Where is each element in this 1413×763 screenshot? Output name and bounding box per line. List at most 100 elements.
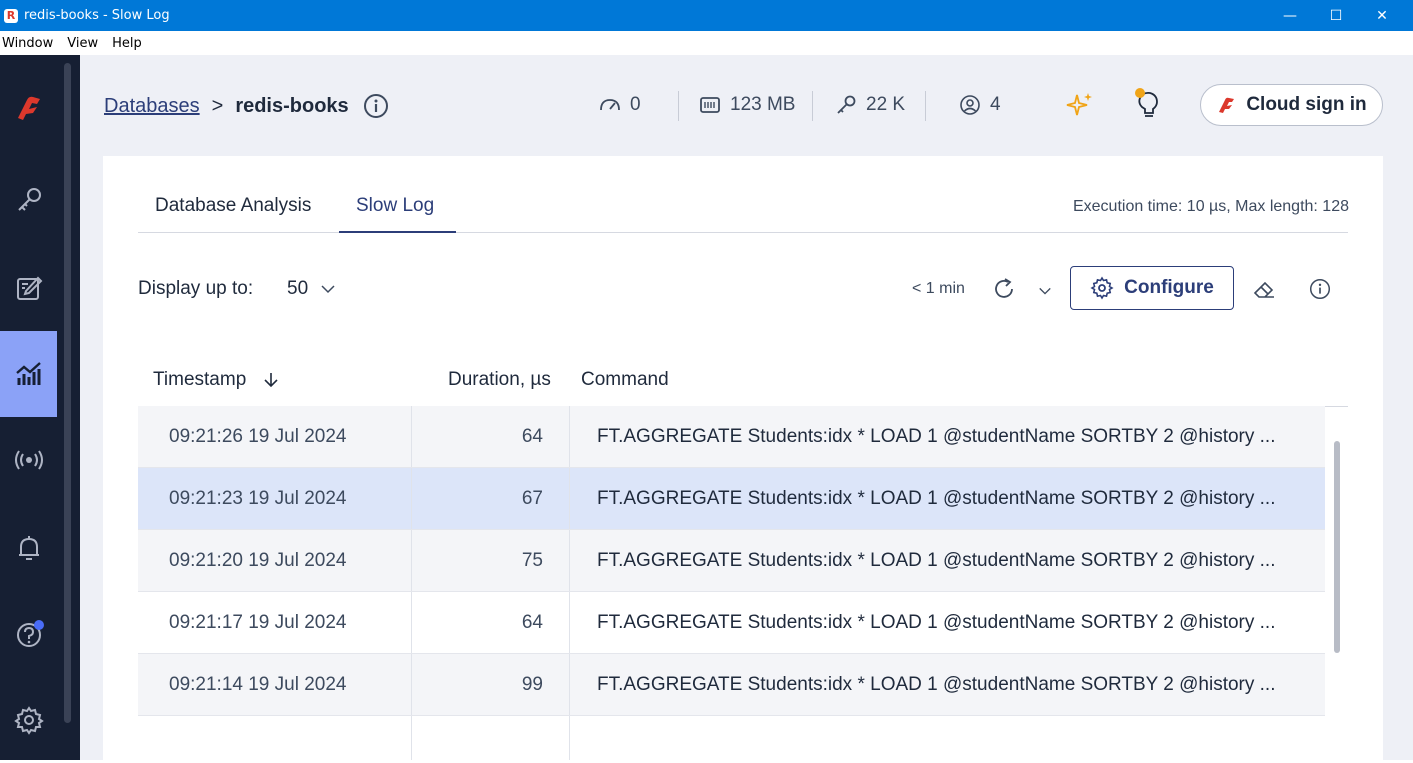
command-cell: FT.AGGREGATE Students:idx * LOAD 1 @stud… xyxy=(597,673,1276,695)
sidebar-item-analytics[interactable] xyxy=(0,331,57,417)
timestamp-cell: 09:21:26 19 Jul 2024 xyxy=(138,406,412,467)
menu-bar: Window View Help xyxy=(0,31,1413,55)
command-cell: FT.AGGREGATE Students:idx * LOAD 1 @stud… xyxy=(597,425,1276,447)
key-icon xyxy=(837,95,856,114)
table-row[interactable]: 09:21:17 19 Jul 2024 64 FT.AGGREGATE Stu… xyxy=(138,592,1325,654)
slow-log-info-button[interactable] xyxy=(1306,275,1334,303)
gear-icon xyxy=(1090,276,1114,300)
display-count-value: 50 xyxy=(287,278,309,299)
edit-icon xyxy=(16,276,42,300)
broadcast-icon xyxy=(14,450,43,470)
execution-info: Execution time: 10 µs, Max length: 128 xyxy=(1072,198,1349,215)
timestamp-cell: 09:21:14 19 Jul 2024 xyxy=(138,654,412,715)
menu-window[interactable]: Window xyxy=(2,36,53,51)
column-header-timestamp[interactable]: Timestamp xyxy=(153,369,280,391)
timestamp-cell: 09:21:23 19 Jul 2024 xyxy=(138,468,412,529)
timestamp-cell xyxy=(138,716,412,760)
chevron-down-icon xyxy=(1039,287,1051,295)
duration-cell xyxy=(412,716,570,760)
clear-slow-log-button[interactable] xyxy=(1250,275,1278,303)
insights-button[interactable] xyxy=(1132,87,1164,123)
sidebar-item-help[interactable] xyxy=(0,591,57,677)
arrow-down-icon[interactable] xyxy=(262,371,280,389)
breadcrumb-separator: > xyxy=(211,94,224,117)
window-title-bar: R redis-books - Slow Log — ☐ ✕ xyxy=(0,0,1413,31)
info-icon xyxy=(1309,278,1331,300)
memory-icon xyxy=(700,97,720,113)
sidebar xyxy=(0,55,80,760)
sidebar-item-pubsub[interactable] xyxy=(0,417,57,503)
notification-badge xyxy=(33,620,44,630)
close-button[interactable]: ✕ xyxy=(1359,0,1405,31)
minimize-button[interactable]: — xyxy=(1267,0,1313,31)
gear-icon xyxy=(13,706,44,735)
duration-cell: 75 xyxy=(412,530,570,591)
ops-stat: 0 xyxy=(598,93,641,117)
menu-view[interactable]: View xyxy=(67,36,98,51)
sparkles-icon xyxy=(1066,93,1092,116)
divider xyxy=(678,91,679,121)
slow-log-panel: Database Analysis Slow Log Execution tim… xyxy=(103,156,1383,760)
sidebar-item-workbench[interactable] xyxy=(0,245,57,331)
user-icon xyxy=(960,95,980,115)
sidebar-item-browser[interactable] xyxy=(0,157,57,243)
duration-cell: 64 xyxy=(412,592,570,653)
info-icon[interactable] xyxy=(363,93,389,119)
refresh-icon xyxy=(995,278,1013,298)
keys-value: 22 K xyxy=(866,94,906,115)
key-icon xyxy=(17,188,41,211)
cloud-sign-in-button[interactable]: Cloud sign in xyxy=(1200,84,1383,126)
database-name: redis-books xyxy=(235,94,349,117)
command-cell: FT.AGGREGATE Students:idx * LOAD 1 @stud… xyxy=(597,487,1276,509)
slow-log-table: Timestamp Duration, µs Command 09:21:26 … xyxy=(138,351,1348,760)
duration-cell: 64 xyxy=(412,406,570,467)
auto-refresh-dropdown[interactable] xyxy=(1036,282,1054,300)
app-icon: R xyxy=(4,8,18,23)
main-area: Databases > redis-books 0 123 MB 22 K 4 … xyxy=(80,55,1413,760)
divider xyxy=(925,91,926,121)
breadcrumb-databases-link[interactable]: Databases xyxy=(104,95,200,118)
clients-value: 4 xyxy=(990,94,1001,115)
table-row[interactable]: 09:21:23 19 Jul 2024 67 FT.AGGREGATE Stu… xyxy=(138,468,1325,530)
memory-stat: 123 MB xyxy=(698,93,795,117)
column-header-command: Command xyxy=(581,369,669,390)
table-body: 09:21:26 19 Jul 2024 64 FT.AGGREGATE Stu… xyxy=(138,406,1325,760)
copilot-button[interactable] xyxy=(1064,89,1096,121)
table-row[interactable]: 09:21:20 19 Jul 2024 75 FT.AGGREGATE Stu… xyxy=(138,530,1325,592)
table-row[interactable] xyxy=(138,716,1325,760)
table-row[interactable]: 09:21:14 19 Jul 2024 99 FT.AGGREGATE Stu… xyxy=(138,654,1325,716)
lightbulb-icon xyxy=(1135,88,1158,117)
sidebar-item-notifications[interactable] xyxy=(0,505,57,591)
table-scrollbar[interactable] xyxy=(1334,441,1340,653)
last-refresh-time: < 1 min xyxy=(912,280,965,297)
chevron-down-icon xyxy=(321,285,335,294)
redis-logo-icon[interactable] xyxy=(0,65,57,151)
memory-value: 123 MB xyxy=(730,94,796,115)
bell-icon xyxy=(18,536,39,560)
tab-slow-log[interactable]: Slow Log xyxy=(339,186,456,233)
cloud-sign-in-label: Cloud sign in xyxy=(1246,94,1367,115)
menu-help[interactable]: Help xyxy=(112,36,142,51)
speedometer-icon xyxy=(600,99,620,111)
tab-database-analysis[interactable]: Database Analysis xyxy=(155,186,311,233)
clients-stat: 4 xyxy=(958,93,1001,117)
help-icon xyxy=(16,620,44,647)
eraser-icon xyxy=(1253,281,1274,298)
refresh-button[interactable] xyxy=(990,275,1018,303)
display-count-select[interactable]: 50 xyxy=(287,278,336,300)
maximize-button[interactable]: ☐ xyxy=(1313,0,1359,31)
sidebar-scrollbar[interactable] xyxy=(64,63,71,723)
timestamp-cell: 09:21:20 19 Jul 2024 xyxy=(138,530,412,591)
display-up-to-label: Display up to: xyxy=(138,278,254,299)
command-cell: FT.AGGREGATE Students:idx * LOAD 1 @stud… xyxy=(597,549,1276,571)
configure-label: Configure xyxy=(1124,277,1214,298)
table-row[interactable]: 09:21:26 19 Jul 2024 64 FT.AGGREGATE Stu… xyxy=(138,406,1325,468)
column-header-duration: Duration, µs xyxy=(448,369,551,390)
window-title: redis-books - Slow Log xyxy=(24,8,170,23)
configure-button[interactable]: Configure xyxy=(1070,266,1234,310)
ops-value: 0 xyxy=(630,94,641,115)
sidebar-item-settings[interactable] xyxy=(0,677,57,763)
keys-stat: 22 K xyxy=(834,93,905,117)
divider xyxy=(812,91,813,121)
command-cell: FT.AGGREGATE Students:idx * LOAD 1 @stud… xyxy=(597,611,1276,633)
